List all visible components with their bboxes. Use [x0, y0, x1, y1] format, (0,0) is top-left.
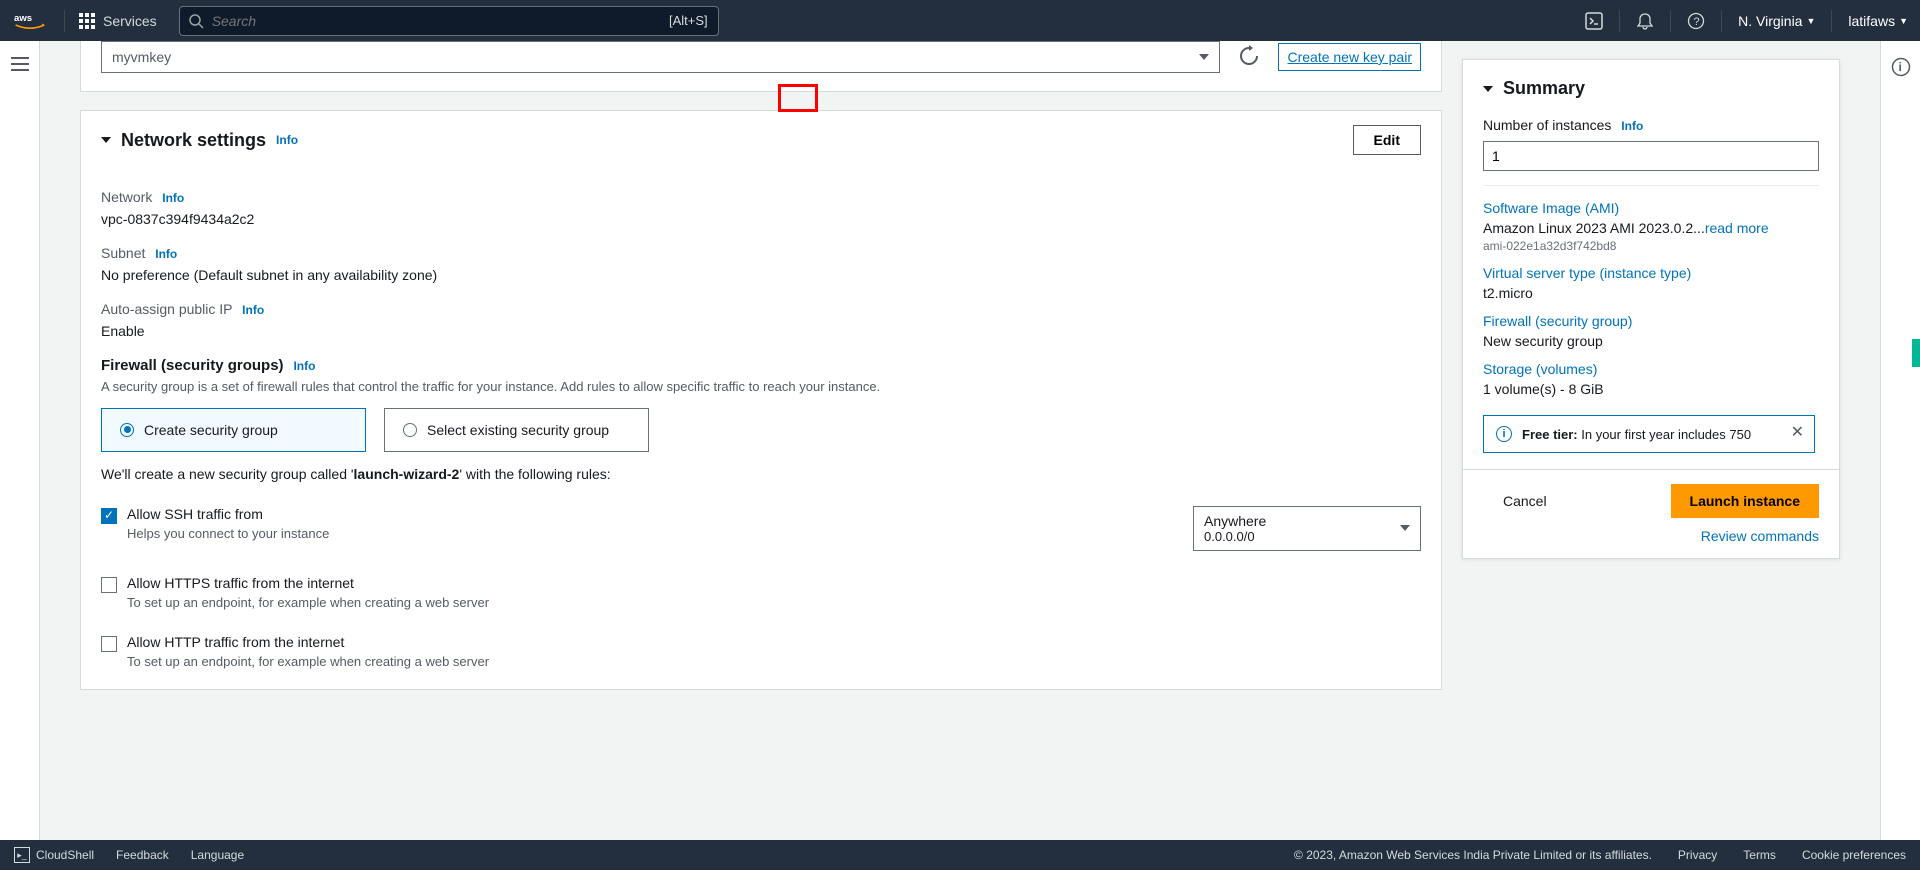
subnet-label: Subnet: [101, 245, 145, 261]
search-shortcut: [Alt+S]: [669, 13, 718, 28]
left-rail: [0, 41, 40, 840]
top-nav: aws Services [Alt+S] ? N. Virginia▼ lati…: [0, 0, 1920, 41]
footer: ▸_CloudShell Feedback Language © 2023, A…: [0, 840, 1920, 870]
cookie-link[interactable]: Cookie preferences: [1802, 848, 1906, 862]
terms-link[interactable]: Terms: [1743, 848, 1776, 862]
summary-scroll[interactable]: Software Image (AMI) Amazon Linux 2023 A…: [1483, 200, 1819, 453]
allow-http-checkbox[interactable]: [101, 636, 117, 652]
network-value: vpc-0837c394f9434a2c2: [101, 211, 1421, 227]
chevron-down-icon: [1400, 525, 1410, 531]
close-icon[interactable]: ✕: [1791, 422, 1804, 442]
radio-icon: [403, 423, 417, 437]
privacy-link[interactable]: Privacy: [1678, 848, 1717, 862]
cloudshell-button[interactable]: ▸_CloudShell: [14, 847, 94, 863]
region-selector[interactable]: N. Virginia▼: [1726, 13, 1827, 29]
right-rail: i: [1880, 41, 1920, 840]
edit-button[interactable]: Edit: [1353, 125, 1421, 155]
refresh-button[interactable]: [1238, 45, 1260, 70]
collapse-icon[interactable]: [1483, 86, 1493, 92]
allow-ssh-checkbox[interactable]: [101, 508, 117, 524]
ami-value: Amazon Linux 2023 AMI 2023.0.2...read mo…: [1483, 220, 1815, 236]
num-instances-input[interactable]: [1483, 141, 1819, 171]
svg-text:i: i: [1898, 60, 1901, 74]
svg-text:aws: aws: [14, 13, 32, 24]
info-link[interactable]: Info: [242, 303, 264, 317]
summary-panel: Summary Number of instances Info Softwar…: [1462, 59, 1840, 559]
allow-http-help: To set up an endpoint, for example when …: [127, 654, 489, 669]
info-link[interactable]: Info: [162, 191, 184, 205]
info-link[interactable]: Info: [1621, 119, 1643, 133]
select-security-group-radio[interactable]: Select existing security group: [384, 408, 649, 452]
firewall-link[interactable]: Firewall (security group): [1483, 313, 1815, 329]
allow-ssh-help: Helps you connect to your instance: [127, 526, 347, 541]
info-panel-icon[interactable]: i: [1891, 57, 1911, 80]
publicip-value: Enable: [101, 323, 1421, 339]
chevron-down-icon: [1199, 54, 1209, 60]
ami-link[interactable]: Software Image (AMI): [1483, 200, 1815, 216]
storage-value: 1 volume(s) - 8 GiB: [1483, 381, 1815, 397]
review-commands-link[interactable]: Review commands: [1483, 528, 1819, 544]
instance-type-value: t2.micro: [1483, 285, 1815, 301]
info-link[interactable]: Info: [293, 359, 315, 373]
user-menu[interactable]: latifaws▼: [1836, 13, 1920, 29]
services-menu[interactable]: Services: [69, 13, 167, 29]
free-tier-banner: i Free tier: In your first year includes…: [1483, 415, 1815, 453]
allow-https-help: To set up an endpoint, for example when …: [127, 595, 489, 610]
network-settings-title: Network settings: [121, 130, 266, 151]
launch-instance-button[interactable]: Launch instance: [1671, 484, 1819, 518]
cancel-button[interactable]: Cancel: [1483, 487, 1567, 515]
num-instances-label: Number of instances: [1483, 117, 1611, 133]
allow-https-label: Allow HTTPS traffic from the internet: [127, 575, 489, 591]
info-icon: i: [1496, 426, 1512, 442]
search-box[interactable]: [Alt+S]: [179, 6, 719, 36]
firewall-desc: A security group is a set of firewall ru…: [101, 378, 1421, 396]
cloudshell-icon[interactable]: [1573, 0, 1615, 41]
keypair-panel: myvmkey Create new key pair: [80, 41, 1442, 92]
read-more-link[interactable]: read more: [1705, 220, 1769, 236]
search-input[interactable]: [204, 13, 669, 29]
keypair-select[interactable]: myvmkey: [101, 41, 1220, 73]
summary-title: Summary: [1503, 78, 1585, 99]
firewall-value: New security group: [1483, 333, 1815, 349]
cloudshell-icon: ▸_: [14, 847, 30, 863]
firewall-label: Firewall (security groups): [101, 357, 284, 374]
radio-icon: [120, 423, 134, 437]
info-link[interactable]: Info: [155, 247, 177, 261]
storage-link[interactable]: Storage (volumes): [1483, 361, 1815, 377]
ssh-source-select[interactable]: Anywhere 0.0.0.0/0: [1193, 506, 1421, 551]
notifications-icon[interactable]: [1624, 0, 1666, 41]
allow-ssh-label: Allow SSH traffic from: [127, 506, 347, 522]
search-icon: [188, 13, 204, 29]
allow-https-checkbox[interactable]: [101, 577, 117, 593]
subnet-value: No preference (Default subnet in any ava…: [101, 267, 1421, 283]
aws-logo[interactable]: aws: [0, 11, 60, 31]
keypair-value: myvmkey: [112, 49, 171, 65]
language-link[interactable]: Language: [191, 848, 244, 862]
hamburger-icon[interactable]: [11, 57, 29, 74]
svg-text:?: ?: [1694, 16, 1700, 28]
publicip-label: Auto-assign public IP: [101, 301, 232, 317]
help-icon[interactable]: ?: [1675, 0, 1717, 41]
allow-http-label: Allow HTTP traffic from the internet: [127, 634, 489, 650]
feedback-tab[interactable]: [1912, 339, 1920, 367]
instance-type-link[interactable]: Virtual server type (instance type): [1483, 265, 1815, 281]
create-security-group-radio[interactable]: Create security group: [101, 408, 366, 452]
security-group-text: We'll create a new security group called…: [101, 466, 1421, 482]
create-keypair-link[interactable]: Create new key pair: [1278, 43, 1421, 71]
copyright: © 2023, Amazon Web Services India Privat…: [1294, 848, 1652, 862]
network-label: Network: [101, 189, 152, 205]
network-settings-panel: Network settings Info Edit Network Info …: [80, 110, 1442, 690]
ami-id: ami-022e1a32d3f742bd8: [1483, 239, 1815, 253]
grid-icon: [79, 13, 95, 29]
info-link[interactable]: Info: [276, 133, 298, 147]
collapse-icon[interactable]: [101, 137, 111, 143]
feedback-link[interactable]: Feedback: [116, 848, 169, 862]
services-label: Services: [103, 13, 157, 29]
